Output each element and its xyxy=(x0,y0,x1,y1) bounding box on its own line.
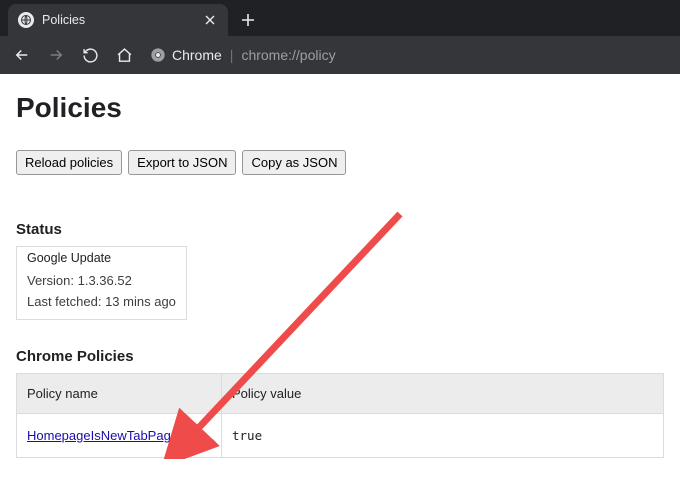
page-content: Policies Reload policies Export to JSON … xyxy=(0,74,680,458)
globe-icon xyxy=(18,12,34,28)
tab-title: Policies xyxy=(42,13,194,27)
active-tab[interactable]: Policies xyxy=(8,4,228,36)
browser-chrome: Policies Chrome | chrome://policy xyxy=(0,0,680,74)
tab-strip: Policies xyxy=(0,0,680,36)
status-legend: Google Update xyxy=(27,251,176,265)
policies-heading: Chrome Policies xyxy=(16,348,664,365)
new-tab-button[interactable] xyxy=(234,6,262,34)
address-bar[interactable]: Chrome | chrome://policy xyxy=(144,41,672,69)
reload-button[interactable] xyxy=(76,41,104,69)
toolbar: Chrome | chrome://policy xyxy=(0,36,680,74)
export-json-button[interactable]: Export to JSON xyxy=(128,150,236,175)
table-row: HomepageIsNewTabPage true xyxy=(17,414,664,458)
forward-button[interactable] xyxy=(42,41,70,69)
close-icon[interactable] xyxy=(202,12,218,28)
policy-link[interactable]: HomepageIsNewTabPage xyxy=(27,428,192,443)
chrome-icon xyxy=(150,47,166,63)
status-fetched: Last fetched: 13 mins ago xyxy=(27,294,176,309)
omnibox-url: chrome://policy xyxy=(241,47,335,63)
action-buttons: Reload policies Export to JSON Copy as J… xyxy=(16,150,664,175)
copy-json-button[interactable]: Copy as JSON xyxy=(242,150,346,175)
reload-policies-button[interactable]: Reload policies xyxy=(16,150,122,175)
policy-name-text: HomepageIsNewTabPage xyxy=(27,428,178,443)
policy-value-text: true xyxy=(232,428,262,443)
col-policy-value: Policy value xyxy=(222,374,664,414)
omnibox-chip-label: Chrome xyxy=(172,47,222,63)
status-version: Version: 1.3.36.52 xyxy=(27,273,176,288)
home-button[interactable] xyxy=(110,41,138,69)
external-link-icon xyxy=(180,430,192,442)
omnibox-divider: | xyxy=(230,47,234,63)
chrome-chip: Chrome xyxy=(150,47,222,63)
status-heading: Status xyxy=(16,221,664,238)
status-box: Google Update Version: 1.3.36.52 Last fe… xyxy=(16,246,187,320)
policies-table: Policy name Policy value HomepageIsNewTa… xyxy=(16,373,664,458)
page-title: Policies xyxy=(16,92,664,124)
col-policy-name: Policy name xyxy=(17,374,222,414)
back-button[interactable] xyxy=(8,41,36,69)
